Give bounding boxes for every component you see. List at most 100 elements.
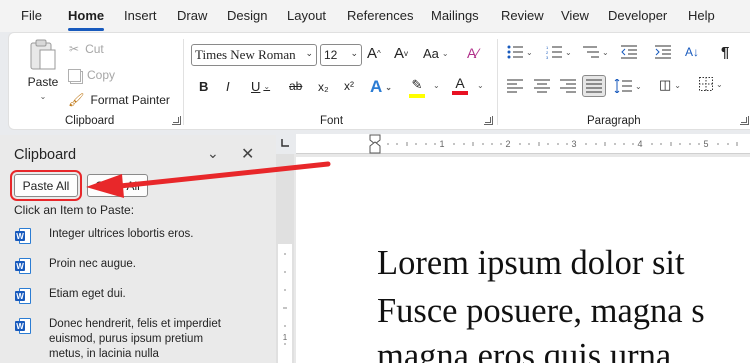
document-line[interactable]: Fusce posuere, magna s [377,292,705,331]
line-spacing-button[interactable]: ⌄ [614,79,642,93]
justify-icon [586,79,602,93]
menu-design[interactable]: Design [227,8,267,23]
document-line[interactable]: Lorem ipsum dolor sit [377,244,685,283]
font-name-combo[interactable]: Times New Roman ⌄ [191,44,317,66]
numbering-icon: 123 [546,45,562,59]
grow-font-icon: A [367,45,378,62]
menu-references[interactable]: References [347,8,413,23]
clipboard-paste-icon [28,39,58,71]
clipboard-item-text: Proin nec augue. [49,258,136,270]
menu-developer[interactable]: Developer [608,8,667,23]
ribbon-separator [183,39,184,125]
document-line[interactable]: magna eros quis urna [377,337,671,363]
menu-help[interactable]: Help [688,8,715,23]
borders-button[interactable]: ⌄ [699,77,723,91]
menu-view[interactable]: View [561,8,589,23]
ribbon: Paste ⌄ ✂ Cut Copy 🖌 Format Painter Clip… [8,32,750,130]
paste-label: Paste [27,75,59,89]
sort-icon: A↓ [685,45,700,59]
align-center-icon [534,79,550,93]
horizontal-ruler[interactable]: 1 2 3 4 5 [296,134,750,154]
svg-text:5: 5 [703,139,708,149]
menu-home[interactable]: Home [68,8,104,23]
line-spacing-icon [614,79,632,93]
clear-all-button[interactable]: Clear All [87,174,148,197]
align-left-button[interactable] [507,79,523,93]
cut-label: Cut [85,42,104,56]
copy-button[interactable]: Copy [68,67,115,83]
font-size-combo[interactable]: 12 ⌄ [320,44,362,66]
menu-file[interactable]: File [21,8,42,23]
clipboard-item[interactable]: W Integer ultrices lobortis eros. [15,227,239,244]
copy-label: Copy [87,68,116,82]
svg-text:3: 3 [571,139,576,149]
italic-icon: I [226,79,230,94]
font-size-value: 12 [324,48,338,62]
clear-formatting-button[interactable]: A⁄ [467,45,479,61]
font-launcher-icon[interactable] [484,116,493,125]
menu-draw[interactable]: Draw [177,8,207,23]
align-left-icon [507,79,523,93]
decrease-indent-icon [621,45,637,59]
menu-review[interactable]: Review [501,8,544,23]
bullets-button[interactable]: ⌄ [507,45,533,59]
clipboard-item[interactable]: W Proin nec augue. [15,257,239,274]
clipboard-group-label: Clipboard [65,115,115,127]
align-center-button[interactable] [534,79,550,93]
chevron-down-icon: ⌄ [263,82,271,91]
chevron-down-icon: ⌄ [441,49,449,58]
menu-mailings[interactable]: Mailings [431,8,479,23]
text-effects-icon: A [370,77,383,96]
clipboard-launcher-icon[interactable] [172,116,181,125]
text-effects-button[interactable]: A ⌄ [370,77,392,97]
show-formatting-button[interactable]: ¶ [721,44,729,61]
svg-text:1: 1 [439,139,444,149]
align-right-icon [560,79,576,93]
format-painter-button[interactable]: 🖌 Format Painter [68,91,170,109]
paragraph-launcher-icon[interactable] [740,116,749,125]
cut-button[interactable]: ✂ Cut [69,41,104,57]
justify-button[interactable] [582,75,606,97]
superscript-button[interactable]: x² [344,79,354,93]
clipboard-item[interactable]: W Etiam eget dui. [15,287,239,304]
pane-hint: Click an Item to Paste: [14,203,135,217]
highlight-button[interactable]: ✎ [409,77,425,98]
close-icon[interactable]: ✕ [241,144,254,164]
increase-indent-button[interactable] [655,45,671,59]
italic-button[interactable]: I [226,79,230,94]
borders-icon [699,77,713,91]
chevron-down-icon[interactable]: ⌄ [207,145,219,162]
menu-layout[interactable]: Layout [287,8,326,23]
font-color-button[interactable]: A [452,75,468,95]
highlighter-icon: ✎ [411,77,423,92]
subscript-button[interactable]: x₂ [318,80,329,94]
clipboard-item[interactable]: W Donec hendrerit, felis et imperdiet eu… [15,317,239,362]
paste-button[interactable]: Paste ⌄ [23,39,63,117]
scissors-icon: ✂ [69,42,80,56]
bold-icon: B [199,79,209,94]
pilcrow-icon: ¶ [721,44,730,61]
multilevel-list-button[interactable]: ⌄ [583,45,609,59]
chevron-down-icon: ⌄ [305,49,313,59]
decrease-indent-button[interactable] [621,45,637,59]
bold-button[interactable]: B [199,79,208,94]
align-right-button[interactable] [560,79,576,93]
numbering-button[interactable]: 123 ⌄ [546,45,572,59]
pane-title: Clipboard [14,147,77,163]
multilevel-list-icon [583,46,599,58]
paste-all-button[interactable]: Paste All [10,170,82,201]
superscript-icon: x² [344,79,354,93]
strikethrough-button[interactable]: ab [289,79,302,93]
menu-insert[interactable]: Insert [124,8,157,23]
ruler-corner[interactable] [276,134,296,154]
sort-button[interactable]: A↓ [685,45,699,59]
vertical-ruler-margin: 1 [278,244,292,363]
shading-button[interactable]: ◫ ⌄ [659,77,681,93]
change-case-button[interactable]: Aa ⌄ [423,46,449,61]
grow-font-button[interactable]: A ^ [367,45,381,62]
word-icon: W [15,318,31,334]
shrink-font-button[interactable]: Av [394,45,408,62]
underline-button[interactable]: U ⌄ [251,79,270,94]
chevron-down-icon: ⌄ [716,79,723,89]
clipboard-item-text: Donec hendrerit, felis et imperdiet euis… [49,318,221,360]
